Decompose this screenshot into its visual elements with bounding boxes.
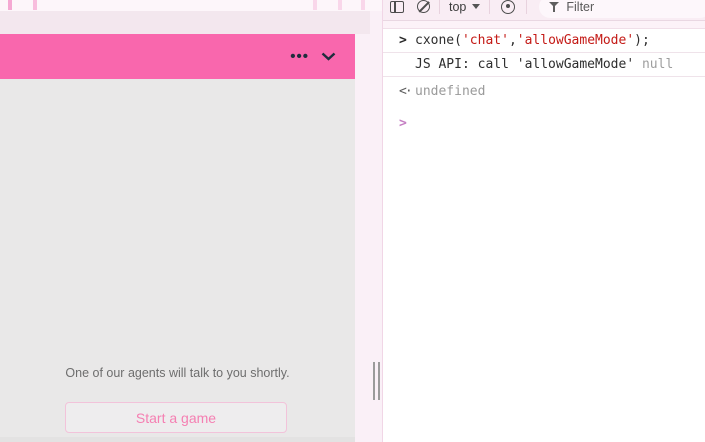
ruler-tick (33, 0, 37, 10)
filter-funnel-icon (549, 1, 559, 13)
console-input-prompt-icon: > (399, 115, 415, 132)
console-command-row: > cxone('chat','allowGameMode'); (383, 29, 705, 53)
console-messages: > cxone('chat','allowGameMode'); JS API:… (383, 29, 705, 135)
chat-minimize-button[interactable] (319, 50, 337, 64)
filter-placeholder: Filter (566, 0, 594, 14)
page-header-band (0, 11, 370, 34)
chat-widget-header: ••• (0, 34, 355, 79)
agent-wait-message: One of our agents will talk to you short… (0, 366, 355, 380)
ruler-tick (313, 0, 317, 10)
page-top-strip (0, 0, 382, 11)
chevron-down-icon (321, 48, 336, 66)
console-toolbar-row: top Filter (383, 0, 705, 21)
ruler-tick (361, 0, 365, 10)
console-log-row: JS API: call 'allowGameMode' null (383, 53, 705, 77)
command-text: cxone('chat','allowGameMode'); (415, 32, 650, 49)
log-message: JS API: call 'allowGameMode' (415, 57, 642, 72)
resize-grip-bar (373, 362, 375, 400)
console-result-row: <· undefined (383, 77, 705, 106)
context-label: top (449, 0, 466, 14)
ruler-tick (338, 0, 342, 10)
chat-widget: ••• One of our agents will talk to you s… (0, 34, 355, 442)
console-input-row[interactable]: > (383, 106, 705, 135)
toolbar-divider (489, 0, 490, 14)
toolbar-divider (526, 0, 527, 14)
clear-console-icon (417, 0, 430, 13)
screenshot-stage: ••• One of our agents will talk to you s… (0, 0, 705, 442)
chat-bottom-shade (0, 437, 355, 442)
console-info-band (383, 21, 705, 29)
console-sidebar-toggle-button[interactable] (390, 1, 404, 13)
panel-resize-handle[interactable] (370, 362, 382, 400)
clear-console-button[interactable] (404, 0, 430, 13)
string-token: 'allowGameMode' (517, 33, 634, 48)
result-value: undefined (415, 83, 485, 100)
chat-menu-icon[interactable]: ••• (290, 49, 309, 64)
resize-grip-bar (378, 362, 380, 400)
code-token: ); (634, 33, 650, 48)
string-token: 'chat' (462, 33, 509, 48)
eye-icon (501, 0, 515, 14)
toolbar-divider (439, 0, 440, 14)
log-text: JS API: call 'allowGameMode' null (415, 56, 673, 73)
null-value: null (642, 57, 673, 72)
ruler-tick (8, 0, 12, 10)
live-expression-button[interactable] (499, 0, 517, 14)
code-token: cxone( (415, 33, 462, 48)
browser-page: ••• One of our agents will talk to you s… (0, 0, 382, 442)
console-filter-input[interactable]: Filter (539, 0, 705, 18)
devtools-panel: top Filter > cxone('chat','allowGameMode… (382, 0, 705, 442)
javascript-context-selector[interactable]: top (449, 0, 480, 14)
return-arrow-icon: <· (399, 83, 415, 100)
caret-down-icon (472, 4, 480, 9)
sidebar-icon (390, 1, 404, 13)
chat-widget-body: One of our agents will talk to you short… (0, 79, 355, 442)
command-prompt-icon: > (399, 32, 415, 49)
start-game-button[interactable]: Start a game (65, 402, 287, 433)
console-toolbar: top Filter (383, 0, 705, 21)
code-token: , (509, 33, 517, 48)
